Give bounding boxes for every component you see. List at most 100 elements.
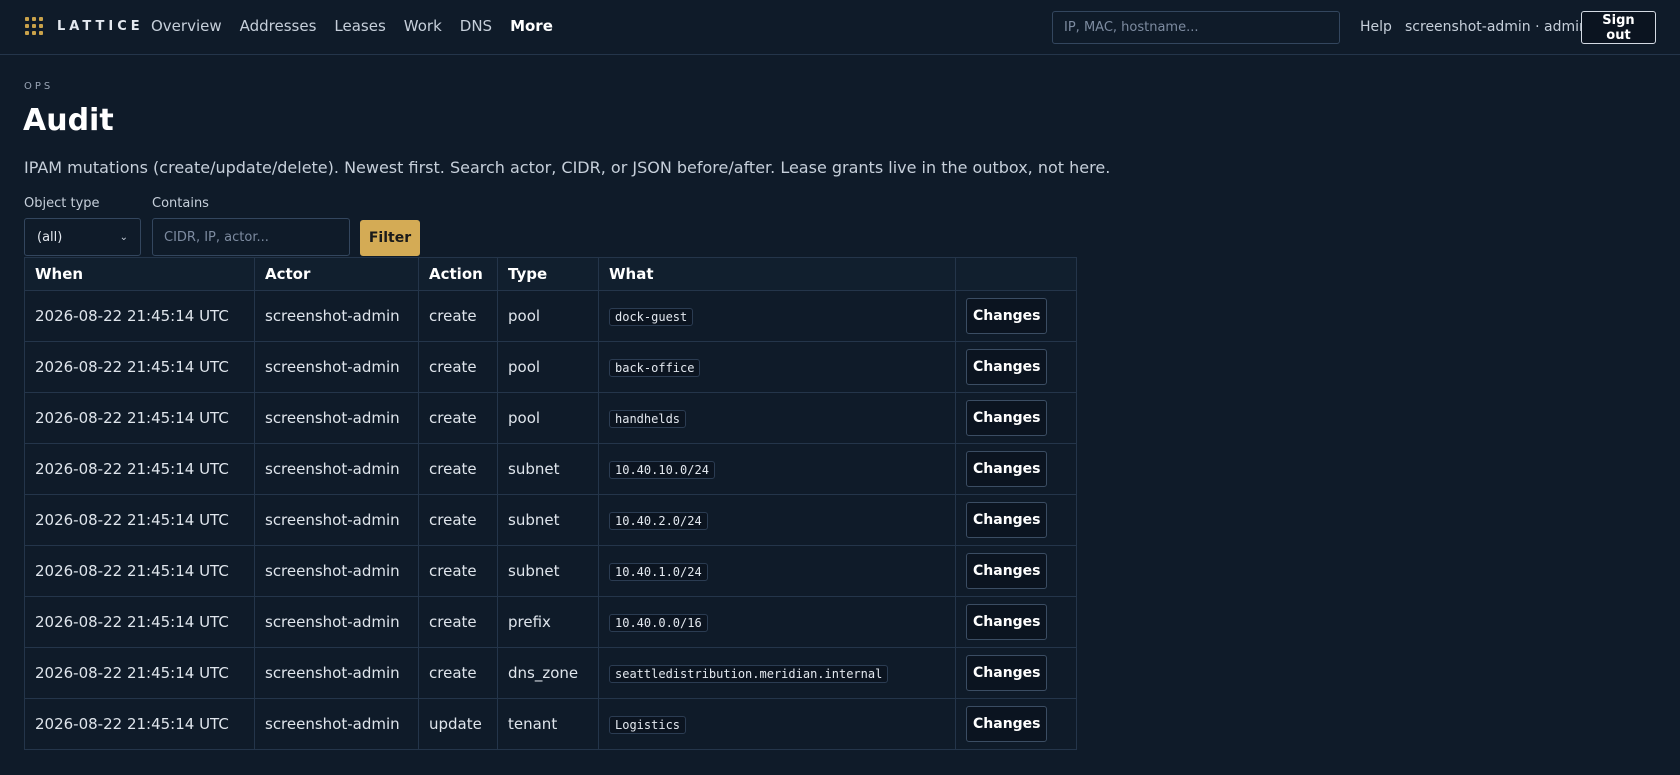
cell-when: 2026-08-22 21:45:14 UTC (24, 443, 255, 495)
object-identifier: 10.40.0.0/16 (609, 613, 708, 632)
column-header-what[interactable]: What (598, 257, 956, 291)
cell-actor: screenshot-admin (254, 698, 419, 750)
nav-item-work[interactable]: Work (404, 17, 442, 35)
nav-item-more[interactable]: More (510, 17, 553, 35)
changes-button[interactable]: Changes (966, 706, 1047, 742)
cell-type: dns_zone (497, 647, 599, 699)
cell-action: create (418, 545, 498, 597)
cell-type: pool (497, 392, 599, 444)
audit-table: When Actor Action Type What 2026-08-22 2… (24, 257, 1077, 750)
chevron-down-icon: ⌄ (119, 231, 128, 243)
changes-button[interactable]: Changes (966, 604, 1047, 640)
table-row: 2026-08-22 21:45:14 UTC screenshot-admin c… (24, 494, 1077, 546)
cell-actor: screenshot-admin (254, 545, 419, 597)
changes-button[interactable]: Changes (966, 400, 1047, 436)
cell-when: 2026-08-22 21:45:14 UTC (24, 596, 255, 648)
cell-actor: screenshot-admin (254, 341, 419, 393)
cell-when: 2026-08-22 21:45:14 UTC (24, 392, 255, 444)
object-identifier: back-office (609, 358, 701, 377)
object-identifier: 10.40.1.0/24 (609, 562, 708, 581)
object-identifier: dock-guest (609, 307, 694, 326)
brand-name: LATTICE (57, 18, 144, 34)
nav-item-leases[interactable]: Leases (334, 17, 385, 35)
table-row: 2026-08-22 21:45:14 UTC screenshot-admin c… (24, 290, 1077, 342)
nav-item-overview[interactable]: Overview (151, 17, 222, 35)
cell-changes: Changes (955, 392, 1077, 444)
cell-action: update (418, 698, 498, 750)
object-identifier: 10.40.2.0/24 (609, 511, 708, 530)
cell-what: 10.40.0.0/16 (598, 596, 956, 648)
global-search-input[interactable] (1052, 11, 1340, 44)
cell-when: 2026-08-22 21:45:14 UTC (24, 290, 255, 342)
nav-item-dns[interactable]: DNS (460, 17, 492, 35)
cell-when: 2026-08-22 21:45:14 UTC (24, 494, 255, 546)
object-type-select[interactable]: (all) ⌄ (24, 218, 141, 256)
object-type-value: (all) (37, 229, 63, 245)
changes-button[interactable]: Changes (966, 553, 1047, 589)
cell-when: 2026-08-22 21:45:14 UTC (24, 341, 255, 393)
filter-button[interactable]: Filter (360, 220, 420, 256)
cell-action: create (418, 392, 498, 444)
object-identifier: 10.40.10.0/24 (609, 460, 715, 479)
cell-actor: screenshot-admin (254, 596, 419, 648)
audit-table-body: 2026-08-22 21:45:14 UTC screenshot-admin c… (24, 290, 1077, 750)
contains-label: Contains (152, 196, 209, 211)
cell-action: create (418, 443, 498, 495)
cell-action: create (418, 341, 498, 393)
table-row: 2026-08-22 21:45:14 UTC screenshot-admin c… (24, 392, 1077, 444)
changes-button[interactable]: Changes (966, 298, 1047, 334)
cell-when: 2026-08-22 21:45:14 UTC (24, 647, 255, 699)
cell-type: pool (497, 341, 599, 393)
object-identifier: Logistics (609, 715, 687, 734)
table-row: 2026-08-22 21:45:14 UTC screenshot-admin u… (24, 698, 1077, 750)
cell-what: dock-guest (598, 290, 956, 342)
main-nav: Overview Addresses Leases Work DNS More (151, 17, 553, 35)
cell-type: subnet (497, 443, 599, 495)
cell-actor: screenshot-admin (254, 647, 419, 699)
table-row: 2026-08-22 21:45:14 UTC screenshot-admin c… (24, 341, 1077, 393)
current-user-label: screenshot-admin · admin (1405, 19, 1588, 35)
changes-button[interactable]: Changes (966, 451, 1047, 487)
cell-what: 10.40.1.0/24 (598, 545, 956, 597)
cell-action: create (418, 596, 498, 648)
changes-button[interactable]: Changes (966, 349, 1047, 385)
cell-actor: screenshot-admin (254, 392, 419, 444)
help-link[interactable]: Help (1360, 19, 1392, 35)
cell-type: prefix (497, 596, 599, 648)
object-type-label: Object type (24, 196, 100, 211)
table-header-row: When Actor Action Type What (24, 257, 1077, 291)
table-row: 2026-08-22 21:45:14 UTC screenshot-admin c… (24, 647, 1077, 699)
column-header-type[interactable]: Type (497, 257, 599, 291)
cell-actor: screenshot-admin (254, 443, 419, 495)
changes-button[interactable]: Changes (966, 655, 1047, 691)
section-eyebrow: OPS (24, 81, 54, 92)
table-row: 2026-08-22 21:45:14 UTC screenshot-admin c… (24, 443, 1077, 495)
cell-changes: Changes (955, 494, 1077, 546)
cell-what: back-office (598, 341, 956, 393)
contains-input[interactable] (152, 218, 350, 256)
sign-out-button[interactable]: Sign out (1581, 11, 1656, 44)
cell-actor: screenshot-admin (254, 494, 419, 546)
cell-what: 10.40.10.0/24 (598, 443, 956, 495)
cell-what: Logistics (598, 698, 956, 750)
table-row: 2026-08-22 21:45:14 UTC screenshot-admin c… (24, 596, 1077, 648)
nav-item-addresses[interactable]: Addresses (240, 17, 317, 35)
cell-changes: Changes (955, 341, 1077, 393)
cell-when: 2026-08-22 21:45:14 UTC (24, 698, 255, 750)
column-header-action[interactable]: Action (418, 257, 498, 291)
cell-what: handhelds (598, 392, 956, 444)
cell-type: subnet (497, 545, 599, 597)
cell-when: 2026-08-22 21:45:14 UTC (24, 545, 255, 597)
column-header-actor[interactable]: Actor (254, 257, 419, 291)
cell-changes: Changes (955, 290, 1077, 342)
cell-changes: Changes (955, 545, 1077, 597)
page-description: IPAM mutations (create/update/delete). N… (24, 158, 1111, 177)
cell-what: seattledistribution.meridian.internal (598, 647, 956, 699)
column-header-actions (955, 257, 1077, 291)
column-header-when[interactable]: When (24, 257, 255, 291)
changes-button[interactable]: Changes (966, 502, 1047, 538)
brand-logo[interactable]: LATTICE (25, 17, 144, 35)
grid-logo-icon (25, 17, 43, 35)
cell-changes: Changes (955, 647, 1077, 699)
audit-table-container: When Actor Action Type What 2026-08-22 2… (24, 257, 1077, 750)
